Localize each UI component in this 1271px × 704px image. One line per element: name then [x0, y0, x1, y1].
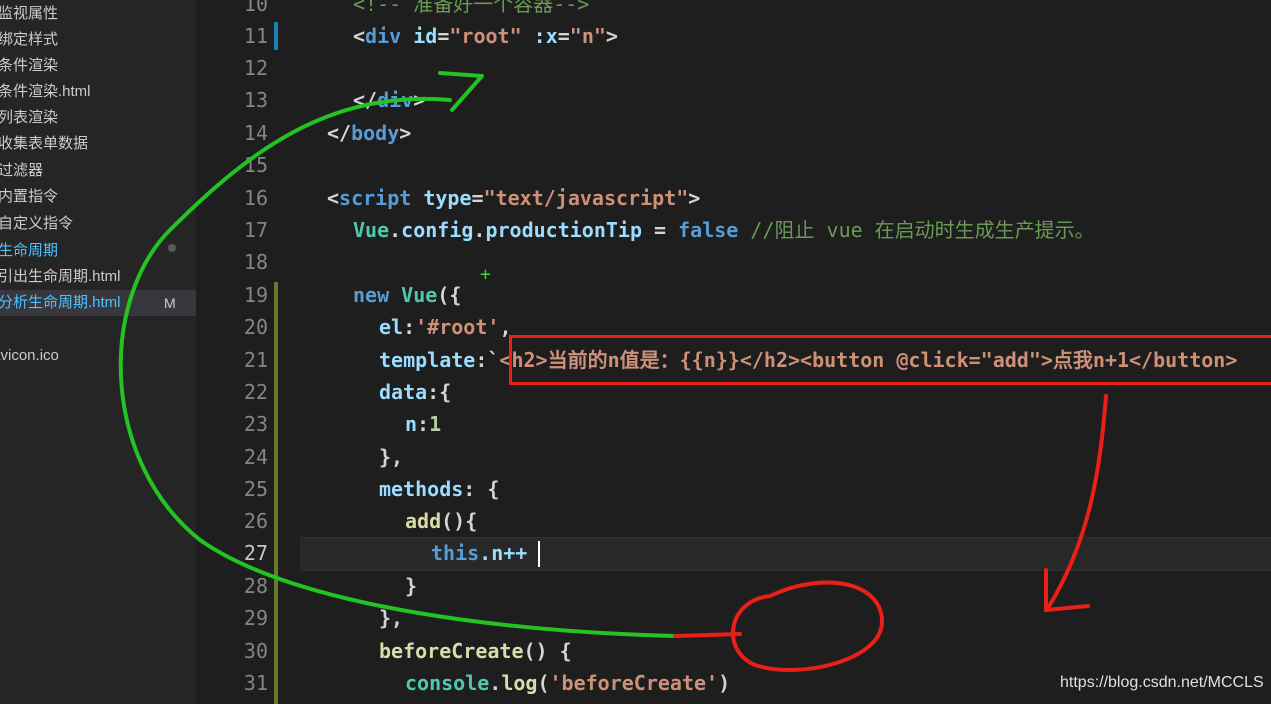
red-connector: [673, 632, 742, 638]
green-arrow-curve: [118, 96, 677, 638]
red-arrow-line: [1046, 394, 1108, 610]
watermark-text: https://blog.csdn.net/MCCLS: [1060, 674, 1264, 691]
annotation-overlay: [118, 71, 1108, 672]
green-arrow-head: [438, 71, 484, 112]
red-circle: [731, 580, 885, 672]
